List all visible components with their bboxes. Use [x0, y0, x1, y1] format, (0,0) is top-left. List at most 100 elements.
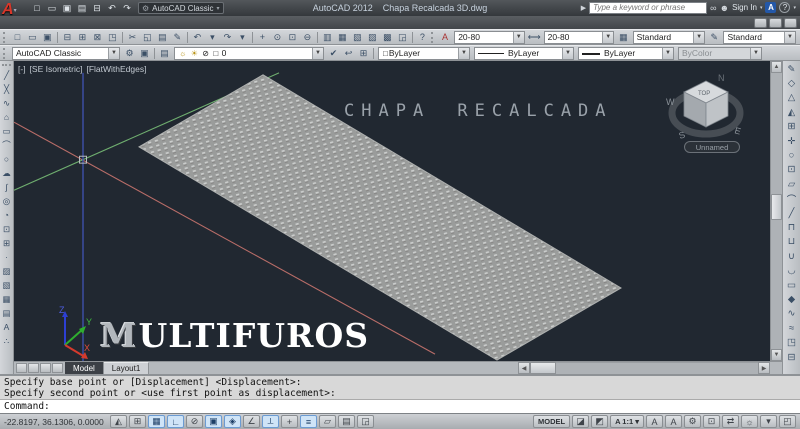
- chevron-down-icon[interactable]: ▾: [793, 5, 796, 11]
- chevron-down-icon[interactable]: ▼: [108, 48, 119, 59]
- chevron-down-icon[interactable]: ▼: [458, 48, 469, 59]
- rotate-button[interactable]: ○: [784, 148, 800, 162]
- viewcube-west-label[interactable]: W: [666, 97, 675, 107]
- circle-button[interactable]: ○: [0, 152, 13, 166]
- visual-style-control[interactable]: [FlatWithEdges]: [86, 64, 146, 74]
- line-button[interactable]: ╱: [0, 68, 13, 82]
- search-input[interactable]: [589, 2, 707, 14]
- layer-previous-icon[interactable]: ↩: [341, 47, 356, 60]
- restore-window-button[interactable]: [769, 18, 782, 28]
- viewcube-east-label[interactable]: E: [733, 125, 742, 136]
- scroll-down-icon[interactable]: ▼: [771, 349, 782, 361]
- clean-screen-button[interactable]: ◰: [779, 415, 796, 428]
- plot-button[interactable]: ⊟: [90, 2, 104, 15]
- tab-model[interactable]: Model: [65, 362, 104, 374]
- workspace-switching-button[interactable]: ⚙: [684, 415, 701, 428]
- workspace-dropdown[interactable]: ⚙ AutoCAD Classic ▾: [138, 2, 224, 14]
- toolbar-lock-button[interactable]: ⊡: [703, 415, 720, 428]
- exchange-apps-icon[interactable]: A: [765, 2, 776, 13]
- construction-line-button[interactable]: ╳: [0, 82, 13, 96]
- slab-button[interactable]: ▭: [784, 278, 800, 292]
- designcenter-button[interactable]: ▦: [335, 31, 350, 44]
- move-button[interactable]: ✛: [784, 134, 800, 148]
- workspaces-combo[interactable]: AutoCAD Classic▼: [12, 47, 120, 60]
- multileader-style-combo[interactable]: Standard▼: [723, 31, 795, 44]
- ortho-mode-toggle[interactable]: ∟: [167, 415, 184, 428]
- table-style-icon[interactable]: ▦: [616, 31, 630, 44]
- section-plane-button[interactable]: ╱: [784, 206, 800, 220]
- horizontal-scrollbar-track[interactable]: [556, 362, 758, 374]
- plot-preview-button[interactable]: ⊞: [75, 31, 90, 44]
- menu-tools[interactable]: [90, 22, 102, 24]
- region-button[interactable]: ▦: [0, 292, 13, 306]
- help-icon[interactable]: ?: [779, 2, 790, 13]
- gradient-button[interactable]: ▧: [0, 278, 13, 292]
- snap-mode-toggle[interactable]: ⊞: [129, 415, 146, 428]
- text-style-combo[interactable]: 20-80▼: [454, 31, 525, 44]
- new-button[interactable]: □: [10, 31, 25, 44]
- polar-tracking-toggle[interactable]: ⊘: [186, 415, 203, 428]
- vertical-scrollbar-thumb[interactable]: [771, 194, 782, 220]
- dynamic-ucs-toggle[interactable]: ⟂: [262, 415, 279, 428]
- chevron-down-icon[interactable]: ▾: [760, 5, 763, 11]
- cut-button[interactable]: ✂: [125, 31, 140, 44]
- pan-button[interactable]: +: [255, 31, 270, 44]
- mesh-box-button[interactable]: ⊞: [784, 120, 800, 134]
- open-button[interactable]: ▭: [45, 2, 59, 15]
- plot-button[interactable]: ⊟: [60, 31, 75, 44]
- chevron-down-icon[interactable]: ▼: [693, 32, 704, 43]
- last-tab-button[interactable]: [52, 363, 63, 373]
- copy-faces-button[interactable]: ◳: [784, 335, 800, 349]
- view-control[interactable]: [SE Isometric]: [30, 64, 83, 74]
- crease-button[interactable]: ⌒: [784, 192, 800, 206]
- grid-display-toggle[interactable]: ▦: [148, 415, 165, 428]
- horizontal-scrollbar-thumb[interactable]: [530, 362, 556, 374]
- object-snap-tracking-toggle[interactable]: ∠: [243, 415, 260, 428]
- hardware-acceleration-button[interactable]: ⇄: [722, 415, 739, 428]
- match-properties-button[interactable]: ✎: [170, 31, 185, 44]
- table-style-combo[interactable]: Standard▼: [633, 31, 705, 44]
- layer-freeze-icon[interactable]: ☀: [191, 49, 198, 58]
- point-style-button[interactable]: ∴: [0, 334, 13, 348]
- toolbar-grip[interactable]: [431, 32, 435, 43]
- table-button[interactable]: ▤: [0, 306, 13, 320]
- mesh-cone-button[interactable]: △: [784, 91, 800, 105]
- drawing-viewport[interactable]: [-] [SE Isometric] [FlatWithEdges] CHAPA…: [14, 61, 770, 361]
- menu-express[interactable]: [174, 22, 186, 24]
- menu-edit[interactable]: [42, 22, 54, 24]
- split-face-button[interactable]: ▱: [784, 177, 800, 191]
- toolbar-grip[interactable]: [2, 64, 11, 66]
- edit-mesh-button[interactable]: ✎: [784, 62, 800, 76]
- prev-tab-button[interactable]: [28, 363, 39, 373]
- command-history[interactable]: Specify base point or [Displacement] <Di…: [0, 374, 800, 399]
- smooth-object-button[interactable]: ◇: [784, 76, 800, 90]
- polyline-button[interactable]: ∿: [0, 96, 13, 110]
- redo-button[interactable]: ↷: [120, 2, 134, 15]
- smooth-more-button[interactable]: ≈: [784, 321, 800, 335]
- rectangle-button[interactable]: ▭: [0, 124, 13, 138]
- horizontal-scrollbar[interactable]: ◀ ▶: [518, 362, 770, 374]
- infer-constraints-toggle[interactable]: ◭: [110, 415, 127, 428]
- layer-combo[interactable]: ☼ ☀ ⊘ □ 0 ▼: [174, 47, 324, 60]
- zoom-previous-button[interactable]: ⊖: [300, 31, 315, 44]
- array-button[interactable]: ⊟: [784, 350, 800, 364]
- close-window-button[interactable]: [784, 18, 797, 28]
- redo-dropdown[interactable]: ▾: [235, 31, 250, 44]
- chevron-down-icon[interactable]: ▼: [602, 32, 613, 43]
- undo-dropdown[interactable]: ▾: [205, 31, 220, 44]
- save-button[interactable]: ▣: [60, 2, 74, 15]
- revision-cloud-button[interactable]: ☁: [0, 166, 13, 180]
- arc-button[interactable]: ⌒: [0, 138, 13, 152]
- layer-color-swatch[interactable]: □: [213, 49, 218, 58]
- lineweight-control-combo[interactable]: ByLayer▼: [578, 47, 674, 60]
- undo-button[interactable]: ↶: [190, 31, 205, 44]
- viewport-menu-control[interactable]: [-]: [18, 64, 26, 74]
- 3d-object-snap-toggle[interactable]: ◈: [224, 415, 241, 428]
- tab-layout1[interactable]: Layout1: [104, 362, 149, 374]
- multileader-style-icon[interactable]: ✎: [707, 31, 721, 44]
- toolbar-grip[interactable]: [3, 48, 7, 59]
- model-space-button[interactable]: MODEL: [533, 415, 570, 428]
- zoom-realtime-button[interactable]: ⊙: [270, 31, 285, 44]
- hatch-button[interactable]: ▨: [0, 264, 13, 278]
- quick-properties-toggle[interactable]: ▤: [338, 415, 355, 428]
